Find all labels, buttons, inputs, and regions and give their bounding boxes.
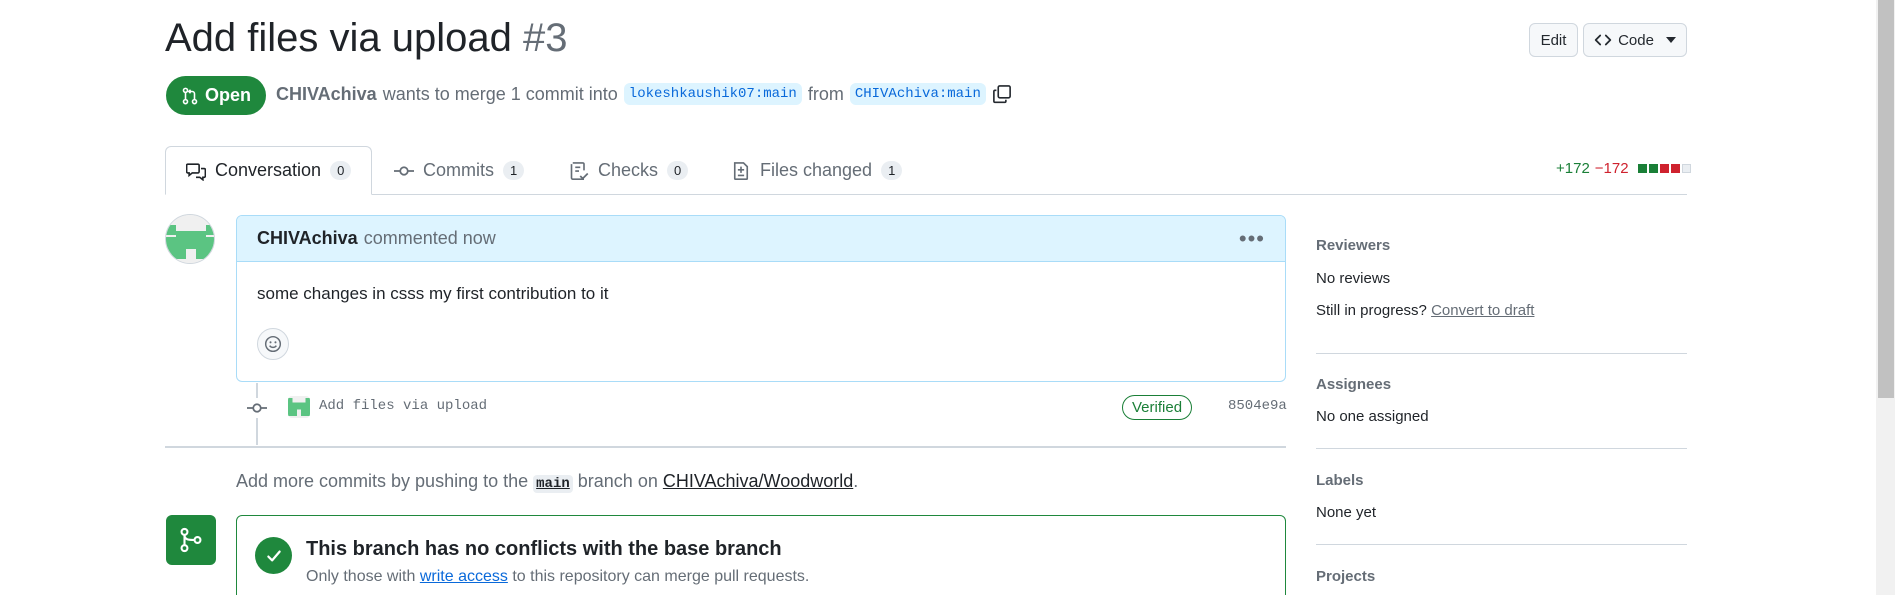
push-hint: Add more commits by pushing to the main … (236, 471, 859, 493)
identicon-icon (166, 215, 214, 263)
diffstat-block (1648, 164, 1658, 173)
commit-sha-link[interactable]: 8504e9a (1228, 398, 1287, 414)
commit-message-link[interactable]: Add files via upload (319, 398, 487, 414)
reviewers-heading[interactable]: Reviewers (1316, 237, 1390, 254)
sidebar-divider (1316, 448, 1687, 449)
comment-box: CHIVAchiva commented now ••• some change… (236, 215, 1286, 382)
merge-status-title: This branch has no conflicts with the ba… (306, 538, 782, 560)
check-circle-icon (255, 537, 292, 574)
verified-badge[interactable]: Verified (1122, 395, 1193, 420)
pr-meta-text: wants to merge 1 commit into (382, 83, 618, 104)
labels-value: None yet (1316, 504, 1377, 521)
comment-body: some changes in csss my first contributi… (237, 262, 1285, 360)
tab-commits-label: Commits (423, 160, 494, 180)
tab-checks-label: Checks (598, 160, 659, 180)
labels-heading[interactable]: Labels (1316, 472, 1364, 489)
tab-files-changed-label: Files changed (760, 160, 873, 180)
assignees-value: No one assigned (1316, 408, 1429, 425)
smiley-icon (264, 335, 282, 353)
push-hint-middle: branch on (577, 471, 658, 491)
commit-avatar[interactable] (288, 396, 310, 418)
file-diff-icon (733, 161, 749, 180)
push-hint-before: Add more commits by pushing to the (236, 471, 529, 491)
diffstat-blocks (1637, 164, 1691, 173)
tab-conversation-label: Conversation (215, 160, 322, 180)
tab-conversation-count: 0 (330, 161, 352, 180)
comment-author[interactable]: CHIVAchiva (257, 228, 358, 249)
assignees-heading[interactable]: Assignees (1316, 376, 1391, 393)
merge-status-icon (166, 515, 216, 565)
projects-heading[interactable]: Projects (1316, 568, 1375, 585)
convert-to-draft-link[interactable]: Convert to draft (1431, 302, 1534, 319)
push-hint-branch: main (533, 475, 573, 493)
reviewers-value: No reviews (1316, 270, 1391, 287)
diffstat-additions: +172 (1556, 160, 1590, 177)
tab-commits-count: 1 (503, 161, 525, 180)
diffstat-deletions: −172 (1594, 160, 1629, 177)
push-hint-after: . (853, 471, 859, 491)
merge-sub-before: Only those with (306, 568, 416, 585)
code-icon (1594, 34, 1612, 46)
copy-icon[interactable] (992, 84, 1012, 104)
base-branch[interactable]: lokeshkaushik07:main (623, 83, 802, 105)
git-merge-icon (180, 527, 202, 553)
page-title: Add files via upload #3 (165, 16, 568, 61)
tab-checks-count: 0 (667, 161, 689, 180)
code-button-label: Code (1618, 31, 1654, 49)
head-branch[interactable]: CHIVAchiva:main (849, 83, 986, 105)
caret-down-icon (1665, 37, 1676, 43)
sidebar-divider (1316, 353, 1687, 354)
diffstat-block (1681, 164, 1691, 173)
git-commit-icon (394, 165, 414, 176)
write-access-link[interactable]: write access (420, 568, 508, 585)
tab-conversation[interactable]: Conversation 0 (165, 146, 373, 195)
comment-timestamp[interactable]: commented now (364, 228, 496, 249)
pr-author-link[interactable]: CHIVAchiva (276, 84, 377, 105)
code-button[interactable]: Code (1583, 23, 1687, 57)
pr-title: Add files via upload (165, 16, 512, 60)
merge-status-subtitle: Only those with write access to this rep… (306, 568, 809, 586)
pr-meta-from: from (807, 83, 844, 104)
draft-hint-text: Still in progress? (1316, 302, 1427, 319)
check-icon (266, 550, 281, 561)
diffstat-block (1637, 164, 1647, 173)
comment-discussion-icon (186, 162, 206, 181)
sidebar-divider (1316, 544, 1687, 545)
diffstat: +172 −172 (1556, 160, 1691, 177)
edit-button[interactable]: Edit (1529, 23, 1578, 57)
pull-request-icon (182, 87, 198, 104)
comment-header: CHIVAchiva commented now ••• (237, 216, 1285, 262)
git-commit-icon (247, 398, 267, 418)
add-reaction-button[interactable] (257, 328, 289, 360)
timeline-divider (165, 446, 1286, 448)
tab-checks[interactable]: Checks 0 (549, 146, 708, 195)
avatar[interactable] (165, 214, 215, 264)
diffstat-block (1670, 164, 1680, 173)
tab-commits[interactable]: Commits 1 (374, 146, 544, 195)
merge-sub-after: to this repository can merge pull reques… (512, 568, 810, 585)
pr-number: #3 (523, 16, 568, 60)
status-label: Open (204, 85, 251, 105)
status-badge: Open (166, 76, 266, 115)
draft-hint: Still in progress? Convert to draft (1316, 302, 1534, 319)
pr-meta: CHIVAchiva wants to merge 1 commit into … (276, 83, 1012, 105)
scrollbar-thumb[interactable] (1878, 0, 1894, 398)
repo-link[interactable]: CHIVAchiva/Woodworld (663, 471, 853, 491)
diffstat-block (1659, 164, 1669, 173)
comment-text: some changes in csss my first contributi… (257, 284, 609, 303)
kebab-horizontal-icon[interactable]: ••• (1239, 226, 1265, 252)
identicon-icon (288, 396, 310, 418)
tab-files-changed[interactable]: Files changed 1 (711, 146, 922, 195)
checklist-icon (570, 161, 589, 180)
tab-files-changed-count: 1 (881, 161, 903, 180)
